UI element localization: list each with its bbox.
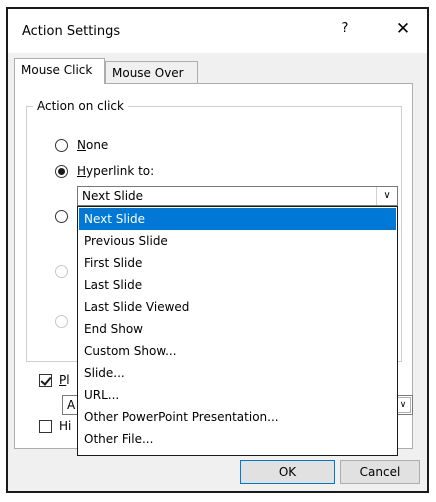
radio-none[interactable] [55, 139, 68, 152]
hyperlink-dropdown-list: Next Slide Previous Slide First Slide La… [77, 206, 398, 456]
group-legend: Action on click [33, 99, 128, 113]
help-icon[interactable]: ? [335, 21, 355, 41]
ok-button[interactable]: OK [240, 460, 335, 484]
tab-mouse-over[interactable]: Mouse Over [105, 61, 198, 85]
highlight-checkbox[interactable] [39, 420, 52, 433]
chevron-down-icon[interactable]: ∨ [376, 187, 397, 205]
dropdown-item-next-slide[interactable]: Next Slide [79, 208, 396, 230]
dropdown-item-end-show[interactable]: End Show [79, 318, 396, 340]
radio-object-action [55, 315, 68, 328]
hyperlink-select-value: Next Slide [82, 189, 144, 203]
close-icon[interactable]: ✕ [392, 19, 414, 41]
play-sound-label[interactable]: Pl [59, 373, 70, 387]
dialog-title: Action Settings [22, 24, 121, 39]
radio-run-program[interactable] [55, 210, 68, 223]
dropdown-item-other-file[interactable]: Other File... [79, 428, 396, 450]
hyperlink-select[interactable]: Next Slide ∨ [77, 186, 398, 206]
dropdown-item-url[interactable]: URL... [79, 384, 396, 406]
radio-run-macro [55, 265, 68, 278]
radio-hyperlink[interactable] [55, 165, 68, 178]
radio-hyperlink-label[interactable]: Hyperlink to: [77, 164, 154, 178]
tab-mouse-click[interactable]: Mouse Click [14, 58, 105, 84]
radio-none-label[interactable]: None [77, 138, 108, 152]
title-bar: Action Settings ? ✕ [8, 9, 427, 53]
dropdown-item-first-slide[interactable]: First Slide [79, 252, 396, 274]
highlight-label[interactable]: Hi [59, 419, 71, 433]
cancel-button[interactable]: Cancel [340, 460, 420, 484]
dropdown-item-last-slide[interactable]: Last Slide [79, 274, 396, 296]
dropdown-item-slide[interactable]: Slide... [79, 362, 396, 384]
dropdown-item-previous-slide[interactable]: Previous Slide [79, 230, 396, 252]
play-sound-checkbox[interactable] [39, 374, 52, 387]
sound-select-value: A [67, 398, 76, 412]
dropdown-item-other-presentation[interactable]: Other PowerPoint Presentation... [79, 406, 396, 428]
dropdown-item-custom-show[interactable]: Custom Show... [79, 340, 396, 362]
dropdown-item-last-slide-viewed[interactable]: Last Slide Viewed [79, 296, 396, 318]
